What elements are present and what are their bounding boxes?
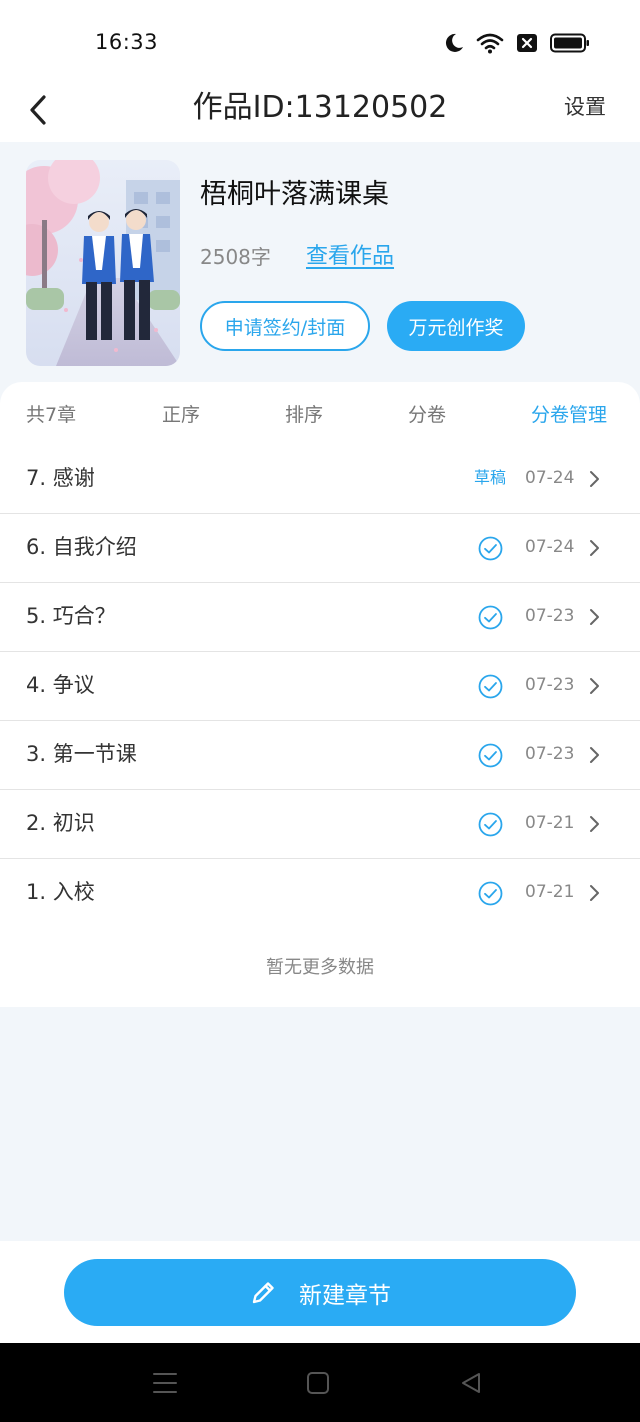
chapter-row[interactable]: 7. 感谢 草稿 07-24 xyxy=(0,445,640,514)
chapter-title: 5. 巧合？ xyxy=(26,604,116,628)
chapter-title: 7. 感谢 xyxy=(26,466,95,490)
chapter-date: 07-21 xyxy=(525,882,575,902)
cover-image[interactable] xyxy=(26,160,180,366)
menu-icon xyxy=(153,1373,177,1393)
chapter-date: 07-24 xyxy=(525,468,575,488)
chevron-right-icon xyxy=(590,540,599,556)
chapter-title: 6. 自我介绍 xyxy=(26,535,137,559)
check-circle-icon xyxy=(478,674,503,699)
chevron-right-icon xyxy=(590,471,599,487)
chapter-row[interactable]: 6. 自我介绍 07-24 xyxy=(0,514,640,583)
wifi-icon xyxy=(476,32,504,54)
draft-badge: 草稿 xyxy=(474,468,507,487)
tab-volume-manage[interactable]: 分卷管理 xyxy=(531,402,607,428)
system-nav-bar xyxy=(0,1343,640,1422)
header: 作品ID:13120502 设置 xyxy=(0,78,640,142)
sim-off-icon xyxy=(516,33,538,53)
chapter-title: 3. 第一节课 xyxy=(26,742,137,766)
chevron-right-icon xyxy=(590,747,599,763)
chapter-row[interactable]: 3. 第一节课 07-23 xyxy=(0,721,640,790)
status-time: 16:33 xyxy=(95,30,159,54)
menu-nav-button[interactable] xyxy=(151,1369,179,1397)
check-circle-icon xyxy=(478,536,503,561)
pencil-icon xyxy=(252,1281,274,1303)
chapter-date: 07-23 xyxy=(525,675,575,695)
check-circle-icon xyxy=(478,743,503,768)
view-work-link[interactable]: 查看作品 xyxy=(306,242,394,272)
chapter-date: 07-23 xyxy=(525,744,575,764)
new-chapter-button[interactable]: 新建章节 xyxy=(64,1259,576,1326)
creation-award-button[interactable]: 万元创作奖 xyxy=(387,301,525,351)
tab-sort[interactable]: 排序 xyxy=(285,402,323,428)
home-nav-button[interactable] xyxy=(304,1369,332,1397)
home-square-icon xyxy=(307,1372,329,1394)
chapter-date: 07-24 xyxy=(525,537,575,557)
chevron-right-icon xyxy=(590,678,599,694)
chevron-right-icon xyxy=(590,609,599,625)
check-circle-icon xyxy=(478,812,503,837)
tab-order[interactable]: 正序 xyxy=(162,402,200,428)
chapter-title: 4. 争议 xyxy=(26,673,95,697)
status-bar: 16:33 xyxy=(0,0,640,78)
chapter-row[interactable]: 5. 巧合？ 07-23 xyxy=(0,583,640,652)
chapter-panel: 共7章 正序 排序 分卷 分卷管理 7. 感谢 草稿 07-24 6. 自我介绍… xyxy=(0,382,640,1007)
page-title: 作品ID:13120502 xyxy=(192,90,448,125)
chevron-right-icon xyxy=(590,816,599,832)
chapter-row[interactable]: 4. 争议 07-23 xyxy=(0,652,640,721)
battery-icon xyxy=(550,33,590,53)
moon-icon xyxy=(444,32,464,54)
apply-sign-button[interactable]: 申请签约/封面 xyxy=(200,301,370,351)
chapter-row[interactable]: 1. 入校 07-21 xyxy=(0,859,640,928)
no-more-data-text: 暂无更多数据 xyxy=(266,957,374,978)
chapter-count: 共7章 xyxy=(26,404,77,426)
chapter-date: 07-21 xyxy=(525,813,575,833)
chapter-toolbar: 共7章 正序 排序 分卷 分卷管理 xyxy=(0,382,640,446)
chapter-title: 1. 入校 xyxy=(26,880,95,904)
settings-button[interactable]: 设置 xyxy=(564,92,606,122)
status-icons xyxy=(444,30,590,56)
word-count: 2508字 xyxy=(200,245,271,269)
chevron-right-icon xyxy=(590,885,599,901)
check-circle-icon xyxy=(478,881,503,906)
chapter-row[interactable]: 2. 初识 07-21 xyxy=(0,790,640,859)
tab-volume[interactable]: 分卷 xyxy=(408,402,446,428)
work-title: 梧桐叶落满课桌 xyxy=(200,179,389,210)
chapter-date: 07-23 xyxy=(525,606,575,626)
new-chapter-label: 新建章节 xyxy=(299,1282,391,1309)
work-info-section: 梧桐叶落满课桌 2508字 查看作品 申请签约/封面 万元创作奖 xyxy=(0,142,640,392)
back-triangle-icon xyxy=(462,1373,480,1393)
chapter-title: 2. 初识 xyxy=(26,811,95,835)
back-nav-button[interactable] xyxy=(457,1369,485,1397)
bottom-action-bar: 新建章节 xyxy=(0,1241,640,1343)
check-circle-icon xyxy=(478,605,503,630)
